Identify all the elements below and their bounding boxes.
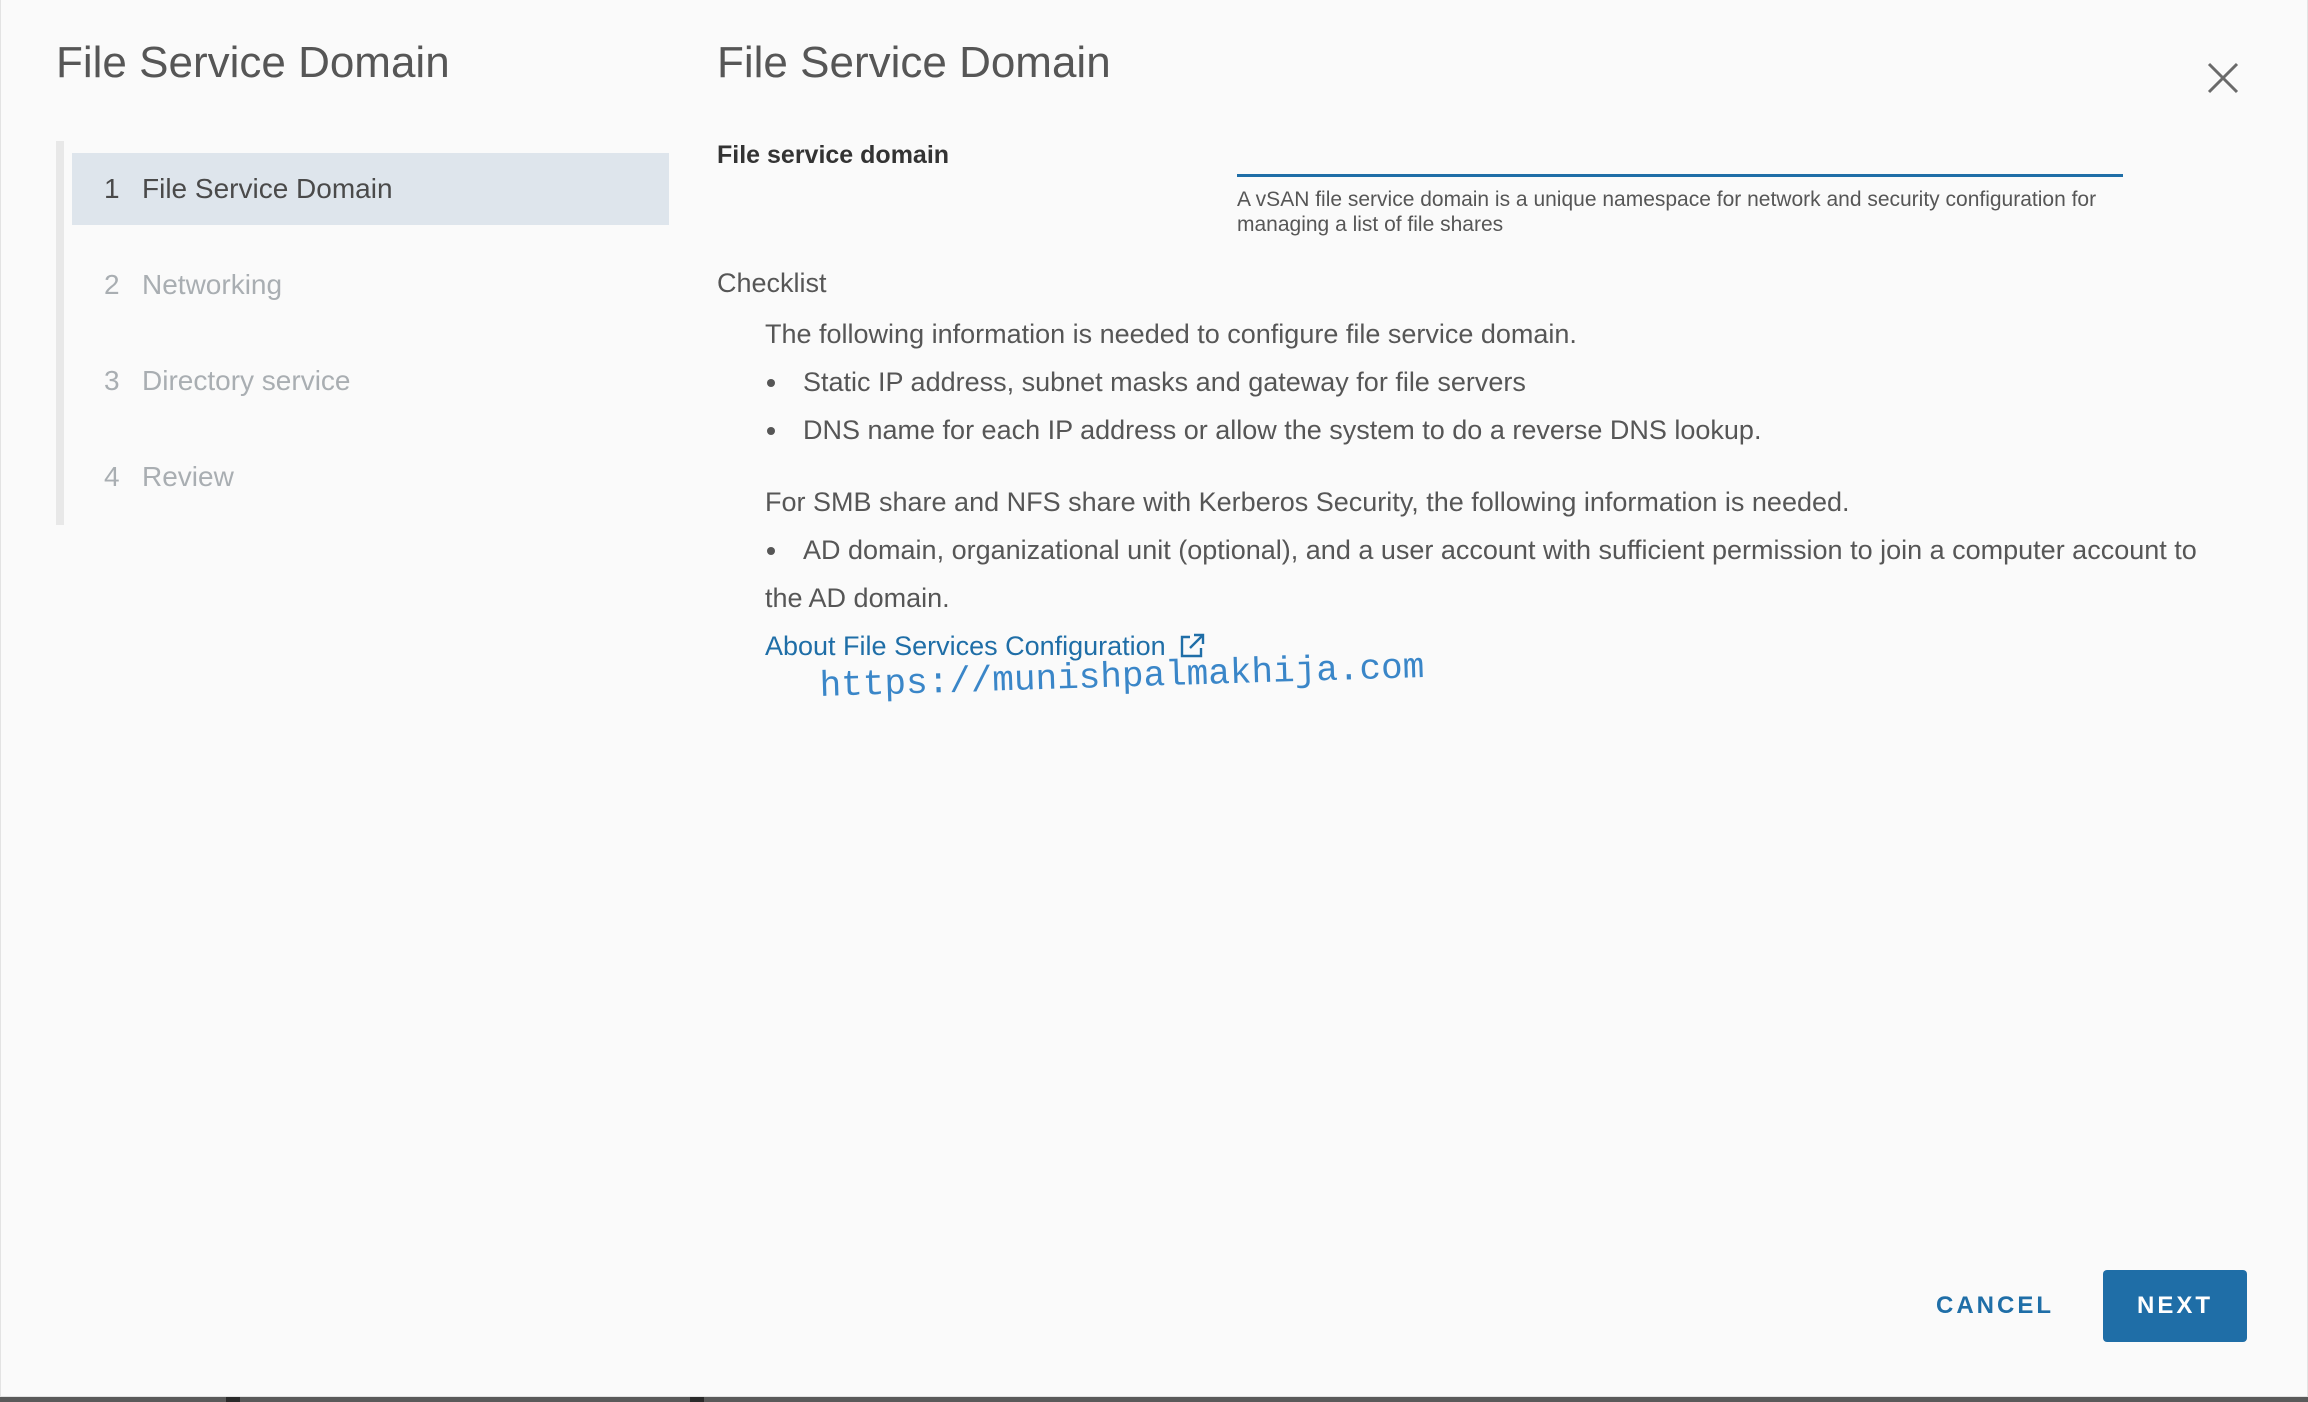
list-item: Static IP address, subnet masks and gate…	[765, 358, 2235, 406]
smb-intro: For SMB share and NFS share with Kerbero…	[765, 487, 1850, 517]
checklist-title: Checklist	[717, 268, 827, 298]
checklist-items: Static IP address, subnet masks and gate…	[765, 358, 2235, 454]
step-networking[interactable]: 2 Networking	[72, 249, 669, 321]
step-label: Networking	[142, 269, 283, 300]
step-label: File Service Domain	[142, 173, 393, 204]
list-item: DNS name for each IP address or allow th…	[765, 406, 2235, 454]
close-button[interactable]	[2205, 60, 2241, 96]
smb-items: AD domain, organizational unit (optional…	[765, 526, 2235, 622]
step-rail	[56, 141, 64, 525]
close-icon	[2207, 62, 2239, 94]
list-item: AD domain, organizational unit (optional…	[765, 526, 2235, 622]
step-number: 4	[104, 461, 120, 492]
step-review[interactable]: 4 Review	[72, 441, 669, 513]
cancel-button[interactable]: CANCEL	[1918, 1270, 2072, 1342]
next-button[interactable]: NEXT	[2103, 1270, 2247, 1342]
checklist-intro: The following information is needed to c…	[765, 319, 1577, 349]
step-label: Review	[142, 461, 234, 492]
wizard-modal: File Service Domain 1 File Service Domai…	[1, 0, 2307, 1396]
checklist-body: The following information is needed to c…	[765, 310, 2235, 670]
step-number: 2	[104, 269, 120, 300]
step-number: 3	[104, 365, 120, 396]
wizard-title: File Service Domain	[56, 38, 450, 87]
wizard-steps: 1 File Service Domain 2 Networking 3 Dir…	[72, 153, 669, 537]
step-number: 1	[104, 173, 120, 204]
step-directory-service[interactable]: 3 Directory service	[72, 345, 669, 417]
domain-field-help: A vSAN file service domain is a unique n…	[1237, 188, 2097, 236]
domain-input[interactable]	[1237, 130, 2123, 177]
domain-field-label: File service domain	[717, 141, 950, 169]
step-file-service-domain[interactable]: 1 File Service Domain	[72, 153, 669, 225]
page-title: File Service Domain	[717, 38, 1111, 87]
step-label: Directory service	[142, 365, 351, 396]
